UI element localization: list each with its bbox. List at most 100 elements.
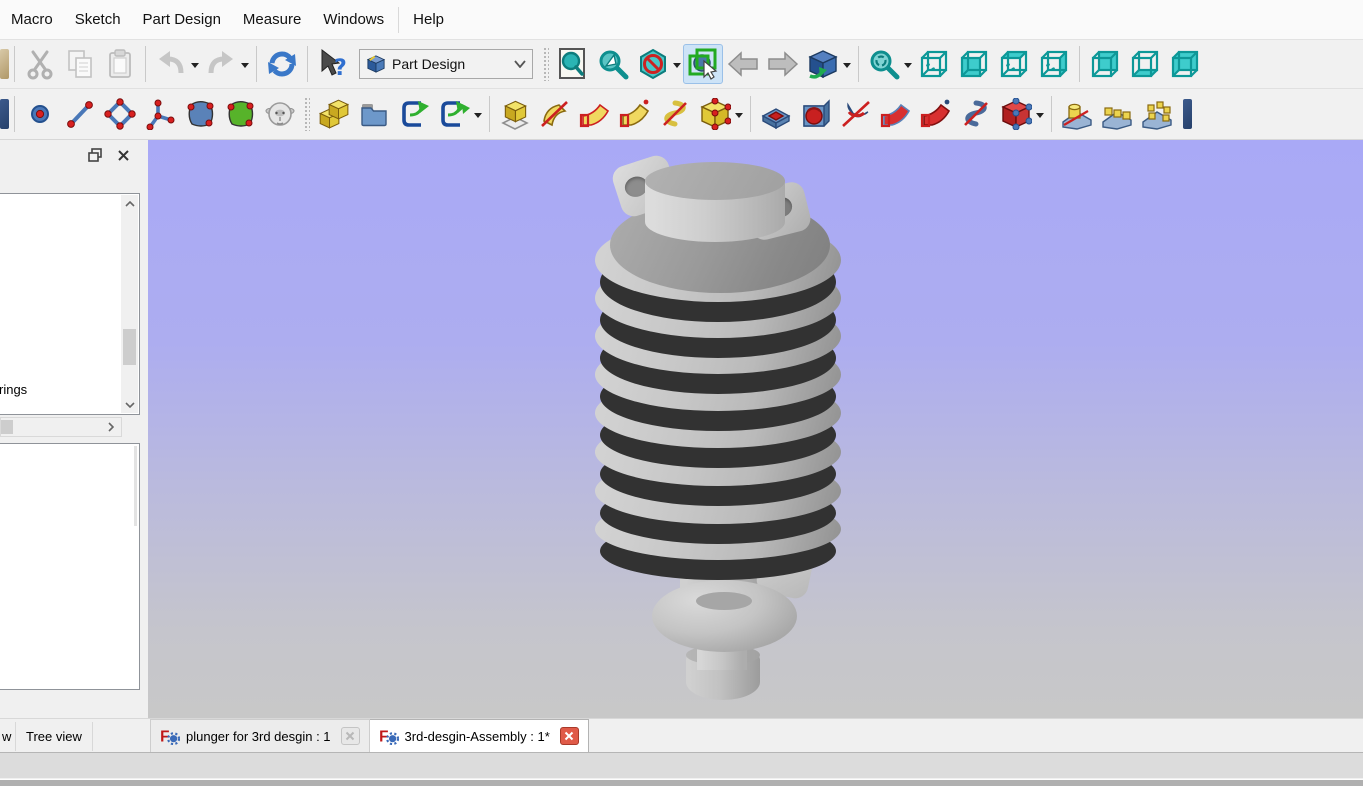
right-view-button[interactable] bbox=[1034, 44, 1074, 84]
scrollbar-thumb[interactable] bbox=[123, 329, 136, 365]
sketch-tools-dropdown[interactable] bbox=[474, 113, 482, 122]
subtractive-pipe-button[interactable] bbox=[916, 94, 956, 134]
hole-button[interactable] bbox=[796, 94, 836, 134]
tree-item-label[interactable]: rings bbox=[0, 382, 27, 397]
plunger-model[interactable] bbox=[148, 140, 1363, 718]
clipped-toolbar-icon[interactable] bbox=[0, 49, 9, 79]
copy-button[interactable] bbox=[60, 44, 100, 84]
3d-viewport[interactable] bbox=[148, 140, 1363, 718]
clipped-multitransform-icon[interactable] bbox=[1183, 99, 1192, 129]
panel-tab-clipped[interactable]: w bbox=[0, 722, 16, 751]
validate-sketch-button[interactable] bbox=[434, 94, 474, 134]
cut-button[interactable] bbox=[20, 44, 60, 84]
h-scrollbar-thumb[interactable] bbox=[1, 420, 13, 434]
paste-button[interactable] bbox=[100, 44, 140, 84]
select-navigation-style-button[interactable] bbox=[683, 44, 723, 84]
datum-plane-icon bbox=[104, 98, 136, 130]
tree-vertical-scrollbar[interactable] bbox=[121, 195, 138, 413]
fit-all-button[interactable] bbox=[553, 44, 593, 84]
undo-icon bbox=[155, 48, 187, 80]
subtractive-primitive-button[interactable] bbox=[996, 94, 1036, 134]
subtractive-loft-button[interactable] bbox=[876, 94, 916, 134]
create-datum-line-button[interactable] bbox=[60, 94, 100, 134]
additive-primitive-button[interactable] bbox=[695, 94, 735, 134]
create-datum-point-button[interactable] bbox=[20, 94, 60, 134]
create-sub-shape-binder-button[interactable] bbox=[220, 94, 260, 134]
create-group-button[interactable] bbox=[354, 94, 394, 134]
redo-button[interactable] bbox=[201, 44, 241, 84]
menu-macro[interactable]: Macro bbox=[0, 2, 64, 37]
front-view-cube-icon bbox=[958, 48, 990, 80]
linear-pattern-button[interactable] bbox=[1097, 94, 1137, 134]
scroll-up-icon[interactable] bbox=[121, 195, 138, 212]
top-view-button[interactable] bbox=[994, 44, 1034, 84]
close-tab-button[interactable] bbox=[560, 727, 579, 745]
additive-helix-button[interactable] bbox=[655, 94, 695, 134]
subtractive-helix-button[interactable] bbox=[956, 94, 996, 134]
left-view-button[interactable] bbox=[1165, 44, 1205, 84]
panel-tab-tree-view[interactable]: Tree view bbox=[16, 722, 93, 751]
bottom-view-button[interactable] bbox=[1125, 44, 1165, 84]
additive-pipe-button[interactable] bbox=[615, 94, 655, 134]
property-scrollbar[interactable] bbox=[134, 446, 137, 526]
isometric-cube-icon bbox=[807, 48, 839, 80]
create-body-button[interactable] bbox=[314, 94, 354, 134]
groove-icon bbox=[840, 98, 872, 130]
fit-selection-dropdown[interactable] bbox=[904, 63, 912, 72]
undo-button[interactable] bbox=[151, 44, 191, 84]
back-button[interactable] bbox=[723, 44, 763, 84]
additive-loft-button[interactable] bbox=[575, 94, 615, 134]
menu-help[interactable]: Help bbox=[402, 2, 455, 37]
menu-measure[interactable]: Measure bbox=[232, 2, 312, 37]
whats-this-button[interactable]: ? bbox=[313, 44, 353, 84]
subtractive-primitive-dropdown[interactable] bbox=[1036, 113, 1044, 122]
polar-pattern-button[interactable] bbox=[1137, 94, 1177, 134]
groove-button[interactable] bbox=[836, 94, 876, 134]
close-panel-button[interactable] bbox=[114, 146, 132, 164]
fit-selection-button[interactable] bbox=[864, 44, 904, 84]
front-view-button[interactable] bbox=[954, 44, 994, 84]
menu-windows[interactable]: Windows bbox=[312, 2, 395, 37]
create-clone-button[interactable] bbox=[260, 94, 300, 134]
bottom-tab-row: w Tree view F plunger for 3rd desgin : 1… bbox=[0, 718, 1363, 752]
workbench-cube-icon bbox=[366, 54, 386, 74]
workbench-selector[interactable]: Part Design bbox=[359, 49, 533, 79]
revolution-button[interactable] bbox=[535, 94, 575, 134]
close-tab-button[interactable] bbox=[341, 727, 360, 745]
scroll-down-icon[interactable] bbox=[121, 396, 138, 413]
zoom-to-selection-button[interactable] bbox=[593, 44, 633, 84]
datum-line-icon bbox=[64, 98, 96, 130]
pocket-button[interactable] bbox=[756, 94, 796, 134]
create-local-coordinate-system-button[interactable] bbox=[140, 94, 180, 134]
scroll-right-icon[interactable] bbox=[103, 419, 119, 435]
menu-sketch[interactable]: Sketch bbox=[64, 2, 132, 37]
refresh-button[interactable] bbox=[262, 44, 302, 84]
document-tab-plunger[interactable]: F plunger for 3rd desgin : 1 bbox=[150, 719, 370, 753]
set-isometric-view-button[interactable] bbox=[803, 44, 843, 84]
isometric-view-dropdown[interactable] bbox=[843, 63, 851, 72]
clipping-dropdown[interactable] bbox=[673, 63, 681, 72]
rear-view-button[interactable] bbox=[1085, 44, 1125, 84]
axonometric-view-button[interactable] bbox=[914, 44, 954, 84]
clipping-plane-button[interactable] bbox=[633, 44, 673, 84]
redo-dropdown[interactable] bbox=[241, 63, 249, 72]
tree-horizontal-scrollbar[interactable] bbox=[0, 417, 122, 437]
undo-dropdown[interactable] bbox=[191, 63, 199, 72]
float-panel-button[interactable] bbox=[86, 146, 104, 164]
pad-button[interactable] bbox=[495, 94, 535, 134]
model-collar bbox=[652, 580, 797, 652]
create-shape-binder-button[interactable] bbox=[180, 94, 220, 134]
help-cursor-icon: ? bbox=[317, 48, 349, 80]
mirrored-button[interactable] bbox=[1057, 94, 1097, 134]
clipped-toolbar-icon-2[interactable] bbox=[0, 99, 9, 129]
menu-part-design[interactable]: Part Design bbox=[132, 2, 232, 37]
additive-primitive-dropdown[interactable] bbox=[735, 113, 743, 122]
create-datum-plane-button[interactable] bbox=[100, 94, 140, 134]
document-tab-assembly[interactable]: F 3rd-desgin-Assembly : 1* bbox=[370, 719, 589, 753]
property-editor-panel[interactable] bbox=[0, 443, 140, 690]
body-icon bbox=[318, 98, 350, 130]
forward-button[interactable] bbox=[763, 44, 803, 84]
map-sketch-to-face-button[interactable] bbox=[394, 94, 434, 134]
model-tree-view[interactable]: rings bbox=[0, 193, 140, 415]
linear-pattern-icon bbox=[1101, 98, 1133, 130]
